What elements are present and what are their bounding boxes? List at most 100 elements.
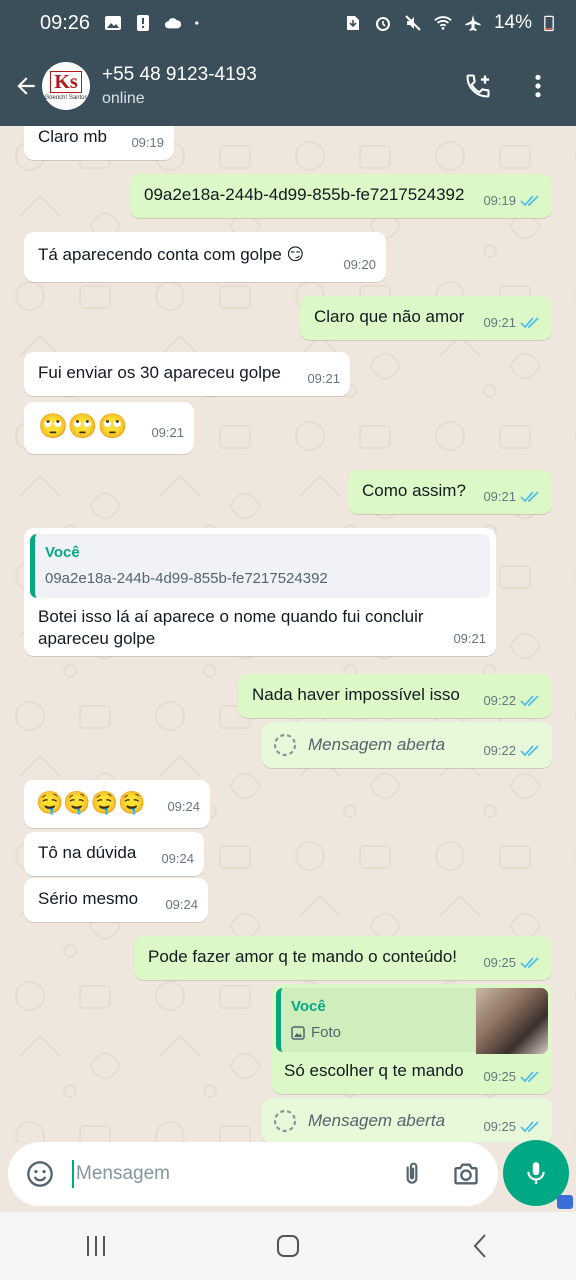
read-ticks-icon <box>520 1071 539 1083</box>
message-outgoing-reply[interactable]: Você Foto Só escolher q te mando 09:25 <box>272 984 552 1094</box>
attach-button[interactable] <box>394 1156 430 1192</box>
chat-header: Ks Goerich! Santos +55 48 9123-4193 onli… <box>0 46 576 126</box>
message-text: Tô na dúvida <box>38 843 137 862</box>
message-time: 09:19 <box>483 190 542 212</box>
view-once-text: Mensagem aberta <box>308 1111 446 1130</box>
message-text: Claro que não amor <box>314 307 465 326</box>
status-right-icons: 14% <box>344 12 554 34</box>
dot-icon <box>195 21 199 25</box>
message-outgoing[interactable]: Claro que não amor 09:21 <box>300 296 552 340</box>
chat-area[interactable]: Claro mb 09:19 09a2e18a-244b-4d99-855b-f… <box>0 126 576 1142</box>
message-time: 09:21 <box>453 631 486 646</box>
status-left-icons <box>104 14 204 32</box>
message-text: Tá aparecendo conta com golpe 😏 <box>38 245 305 264</box>
sd-icon <box>346 16 359 30</box>
message-text: Pode fazer amor q te mando o conteúdo! <box>148 947 458 966</box>
home-icon <box>277 1235 299 1257</box>
message-incoming[interactable]: Claro mb 09:19 <box>24 126 174 160</box>
avatar-logo: Ks <box>50 71 82 93</box>
gallery-icon <box>105 16 122 30</box>
message-outgoing[interactable]: 09a2e18a-244b-4d99-855b-fe7217524392 09:… <box>130 174 552 218</box>
message-text: 🙄🙄🙄 <box>38 413 128 440</box>
phone-plus-icon <box>466 74 490 98</box>
more-options-button[interactable] <box>518 66 558 106</box>
quote-author: Você <box>291 998 326 1015</box>
home-button[interactable] <box>258 1226 318 1266</box>
message-time: 09:21 <box>307 371 340 386</box>
message-time: 09:21 <box>483 486 542 508</box>
message-text: Claro mb <box>38 127 107 146</box>
message-text: Nada haver impossível isso <box>252 685 460 704</box>
kebab-menu-icon <box>535 74 541 98</box>
message-time: 09:24 <box>161 851 194 866</box>
quote-text: 09a2e18a-244b-4d99-855b-fe7217524392 <box>45 570 328 587</box>
microphone-icon <box>527 1162 545 1184</box>
contact-info[interactable]: +55 48 9123-4193 online <box>102 64 257 108</box>
message-time: 09:19 <box>131 135 164 150</box>
quote-author: Você <box>45 544 80 561</box>
message-time: 09:24 <box>165 897 198 912</box>
message-time: 09:22 <box>483 690 542 712</box>
message-text: Sério mesmo <box>38 889 139 908</box>
message-composer <box>8 1142 498 1206</box>
message-outgoing[interactable]: Pode fazer amor q te mando o conteúdo! 0… <box>134 936 552 980</box>
message-text: 09a2e18a-244b-4d99-855b-fe7217524392 <box>144 185 465 204</box>
photo-icon <box>291 1026 305 1040</box>
contact-name: +55 48 9123-4193 <box>102 64 257 85</box>
message-incoming[interactable]: 🤤🤤🤤🤤 09:24 <box>24 780 210 828</box>
message-outgoing[interactable]: Nada haver impossível isso 09:22 <box>238 674 552 718</box>
battery-icon <box>544 15 554 32</box>
arrow-left-icon <box>17 77 35 95</box>
camera-icon <box>454 1163 478 1185</box>
quoted-message[interactable]: Você 09a2e18a-244b-4d99-855b-fe721752439… <box>30 534 490 598</box>
status-bar: 09:26 14% <box>0 0 576 46</box>
message-view-once-opened[interactable]: Mensagem aberta 09:22 <box>262 722 552 768</box>
read-ticks-icon <box>520 695 539 707</box>
paperclip-icon <box>406 1162 418 1184</box>
read-ticks-icon <box>520 745 539 757</box>
view-once-icon <box>273 733 297 757</box>
recent-apps-button[interactable] <box>66 1226 126 1266</box>
emoji-button[interactable] <box>22 1156 58 1192</box>
message-input[interactable] <box>72 1160 394 1188</box>
view-once-text: Mensagem aberta <box>308 735 446 754</box>
screen-record-badge <box>557 1195 573 1209</box>
message-incoming[interactable]: Tô na dúvida 09:24 <box>24 832 204 876</box>
message-text: Como assim? <box>362 481 466 500</box>
avatar[interactable]: Ks Goerich! Santos <box>42 62 90 110</box>
message-time: 09:22 <box>483 740 542 762</box>
message-time: 09:24 <box>167 799 200 814</box>
message-incoming-reply[interactable]: Você 09a2e18a-244b-4d99-855b-fe721752439… <box>24 528 496 656</box>
message-incoming[interactable]: Fui enviar os 30 apareceu golpe 09:21 <box>24 352 350 396</box>
read-ticks-icon <box>520 195 539 207</box>
message-incoming[interactable]: 🙄🙄🙄 09:21 <box>24 402 194 454</box>
message-time: 09:25 <box>483 1066 542 1088</box>
message-view-once-opened[interactable]: Mensagem aberta 09:25 <box>262 1098 552 1142</box>
header-actions <box>458 66 576 106</box>
message-outgoing[interactable]: Como assim? 09:21 <box>348 470 552 514</box>
message-incoming[interactable]: Sério mesmo 09:24 <box>24 878 208 922</box>
camera-button[interactable] <box>448 1156 484 1192</box>
message-text: Botei isso lá aí aparece o nome quando f… <box>38 607 424 648</box>
message-incoming[interactable]: Tá aparecendo conta com golpe 😏 09:20 <box>24 232 386 282</box>
view-once-icon <box>273 1109 297 1133</box>
back-nav-button[interactable] <box>450 1226 510 1266</box>
message-time: 09:21 <box>483 312 542 334</box>
back-button[interactable] <box>6 66 46 106</box>
status-time: 09:26 <box>40 11 91 34</box>
message-text: Fui enviar os 30 apareceu golpe <box>38 363 281 382</box>
message-time: 09:20 <box>343 257 376 272</box>
avatar-subtext: Goerich! Santos <box>44 95 88 101</box>
add-call-button[interactable] <box>458 66 498 106</box>
alarm-icon <box>375 17 390 31</box>
emoji-icon <box>27 1161 53 1187</box>
message-time: 09:21 <box>151 425 184 440</box>
wifi-icon <box>434 16 452 30</box>
contact-status: online <box>102 90 145 107</box>
recents-icon <box>87 1236 105 1256</box>
quote-text: Foto <box>291 1022 468 1044</box>
message-time: 09:25 <box>483 1116 542 1138</box>
battery-percent: 14% <box>493 12 532 33</box>
quoted-message[interactable]: Você Foto <box>276 988 548 1054</box>
mute-icon <box>405 15 421 31</box>
